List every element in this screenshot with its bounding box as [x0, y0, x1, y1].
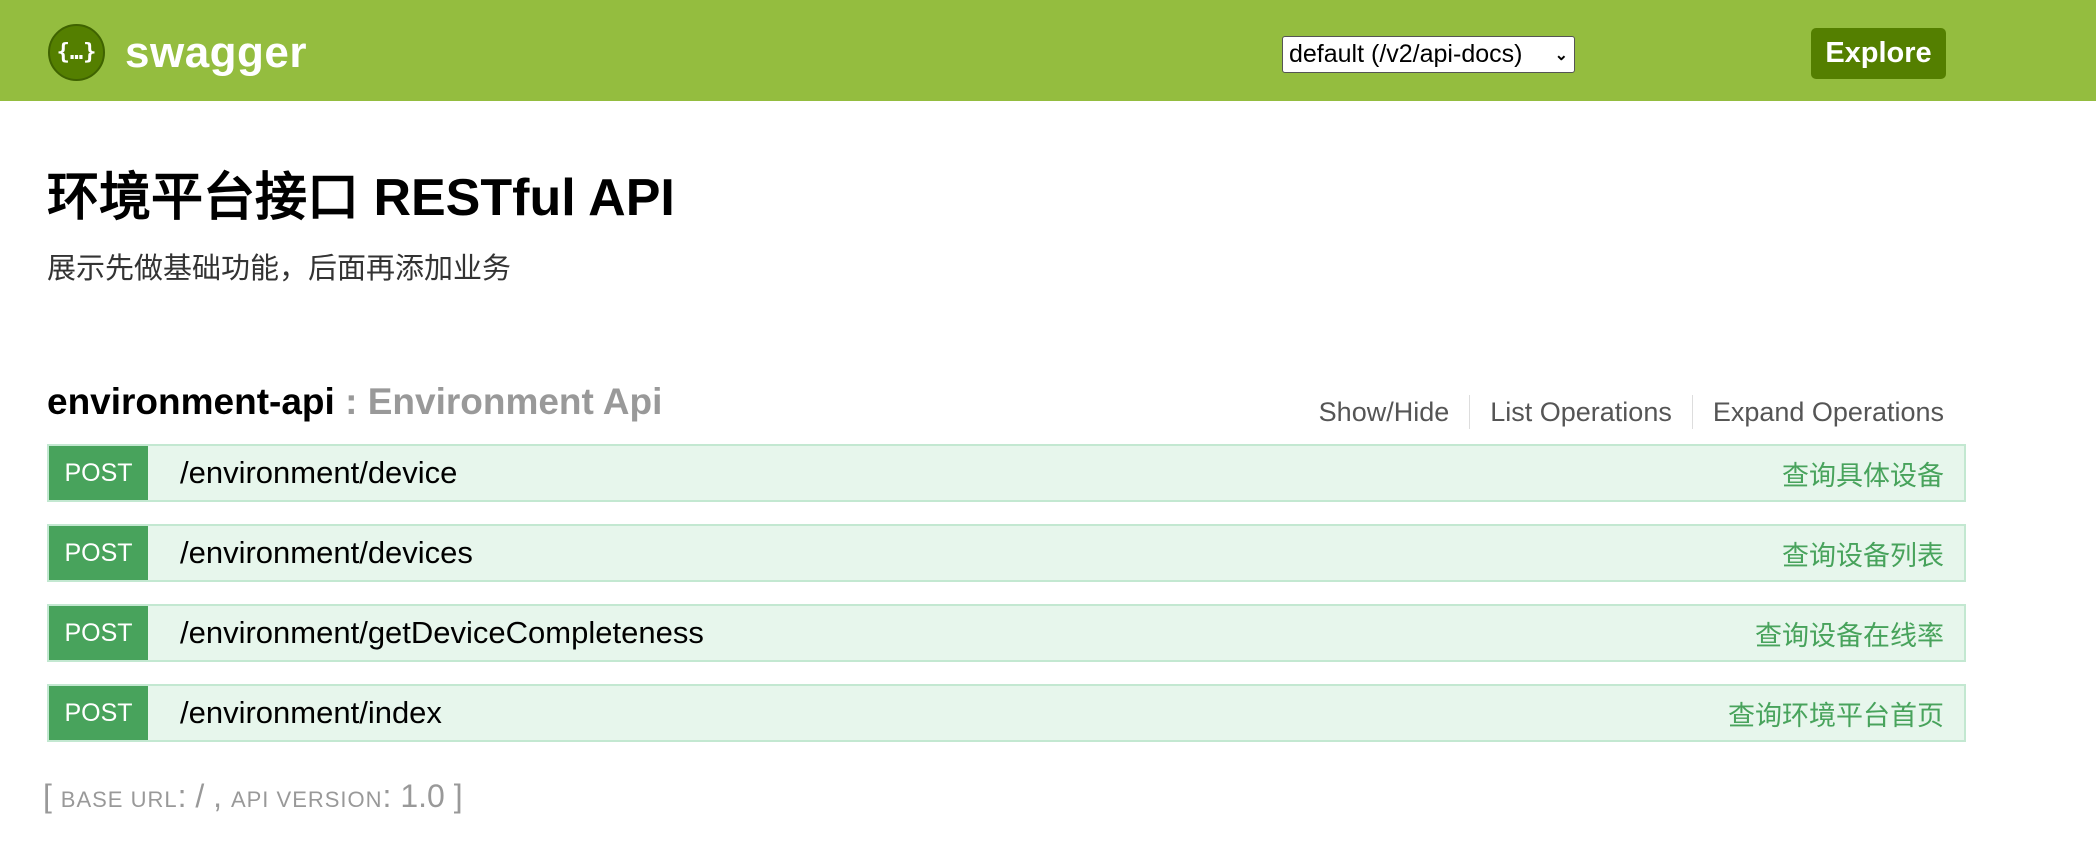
- api-spec-selected-value: default (/v2/api-docs): [1289, 40, 1523, 68]
- logo-text: swagger: [125, 27, 308, 77]
- operation-path[interactable]: /environment/index: [180, 695, 442, 731]
- api-group-separator: :: [334, 381, 368, 422]
- footer-open-bracket: [: [43, 778, 52, 814]
- api-group-heading[interactable]: environment-api : Environment Api: [47, 383, 662, 420]
- page-description: 展示先做基础功能，后面再添加业务: [47, 253, 512, 285]
- operation-row[interactable]: POST /environment/getDeviceCompleteness …: [47, 604, 1966, 662]
- footer-colon: :: [382, 778, 401, 814]
- api-version-value: 1.0: [400, 778, 445, 814]
- footer-close-bracket: ]: [453, 778, 463, 814]
- api-group-description: Environment Api: [367, 381, 663, 422]
- expand-operations-link[interactable]: Expand Operations: [1693, 397, 1944, 428]
- base-url-label: BASE URL: [60, 787, 178, 812]
- explore-button[interactable]: Explore: [1811, 28, 1946, 79]
- http-method-badge[interactable]: POST: [49, 686, 148, 740]
- operation-summary[interactable]: 查询设备在线率: [1755, 614, 1944, 653]
- operation-row[interactable]: POST /environment/device 查询具体设备: [47, 444, 1966, 502]
- show-hide-link[interactable]: Show/Hide: [1299, 397, 1470, 428]
- operation-summary[interactable]: 查询具体设备: [1782, 454, 1944, 493]
- chevron-down-icon: ⌄: [1554, 46, 1568, 64]
- http-method-badge[interactable]: POST: [49, 526, 148, 580]
- api-spec-select[interactable]: default (/v2/api-docs) ⌄: [1282, 36, 1575, 73]
- swagger-logo-icon: {…}: [48, 24, 105, 81]
- swagger-logo[interactable]: {…} swagger: [48, 24, 307, 81]
- operation-path[interactable]: /environment/getDeviceCompleteness: [180, 615, 704, 651]
- http-method-badge[interactable]: POST: [49, 446, 148, 500]
- footer-comma: ,: [204, 778, 231, 814]
- api-footer: [ BASE URL: / , API VERSION: 1.0 ]: [43, 780, 463, 812]
- api-group-actions: Show/Hide List Operations Expand Operati…: [1299, 395, 1944, 429]
- list-operations-link[interactable]: List Operations: [1470, 397, 1692, 428]
- page-title: 环境平台接口 RESTful API: [47, 169, 675, 227]
- http-method-badge[interactable]: POST: [49, 606, 148, 660]
- operation-summary[interactable]: 查询环境平台首页: [1728, 694, 1944, 733]
- base-url-value: /: [195, 778, 205, 814]
- api-version-label: API VERSION: [230, 787, 383, 812]
- operation-path[interactable]: /environment/devices: [180, 535, 473, 571]
- top-bar: {…} swagger default (/v2/api-docs) ⌄ Exp…: [0, 0, 2096, 101]
- operation-row[interactable]: POST /environment/devices 查询设备列表: [47, 524, 1966, 582]
- operation-summary[interactable]: 查询设备列表: [1782, 534, 1944, 573]
- operation-row[interactable]: POST /environment/index 查询环境平台首页: [47, 684, 1966, 742]
- api-group-name: environment-api: [47, 381, 335, 422]
- footer-colon: :: [177, 778, 196, 814]
- operation-path[interactable]: /environment/device: [180, 455, 457, 491]
